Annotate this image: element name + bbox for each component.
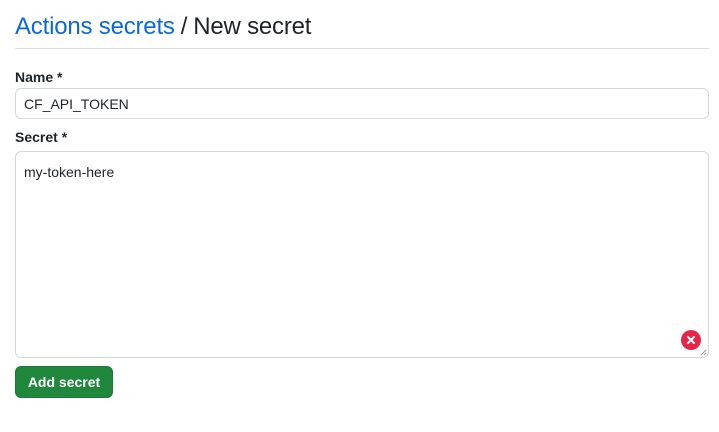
breadcrumb: Actions secrets / New secret	[15, 6, 709, 49]
resize-handle-icon[interactable]	[699, 348, 707, 356]
breadcrumb-separator: /	[180, 13, 188, 40]
add-secret-button[interactable]: Add secret	[15, 366, 113, 398]
name-label: Name *	[15, 69, 63, 85]
secret-textarea[interactable]: my-token-here	[15, 151, 709, 358]
secret-label: Secret *	[15, 129, 68, 145]
name-input[interactable]	[15, 88, 709, 119]
page-title: New secret	[193, 13, 312, 40]
secret-field: my-token-here	[15, 151, 709, 358]
new-secret-page: Actions secrets / New secret Name * Secr…	[0, 0, 719, 432]
breadcrumb-actions-secrets-link[interactable]: Actions secrets	[15, 13, 175, 41]
x-circle-icon[interactable]	[681, 330, 701, 350]
